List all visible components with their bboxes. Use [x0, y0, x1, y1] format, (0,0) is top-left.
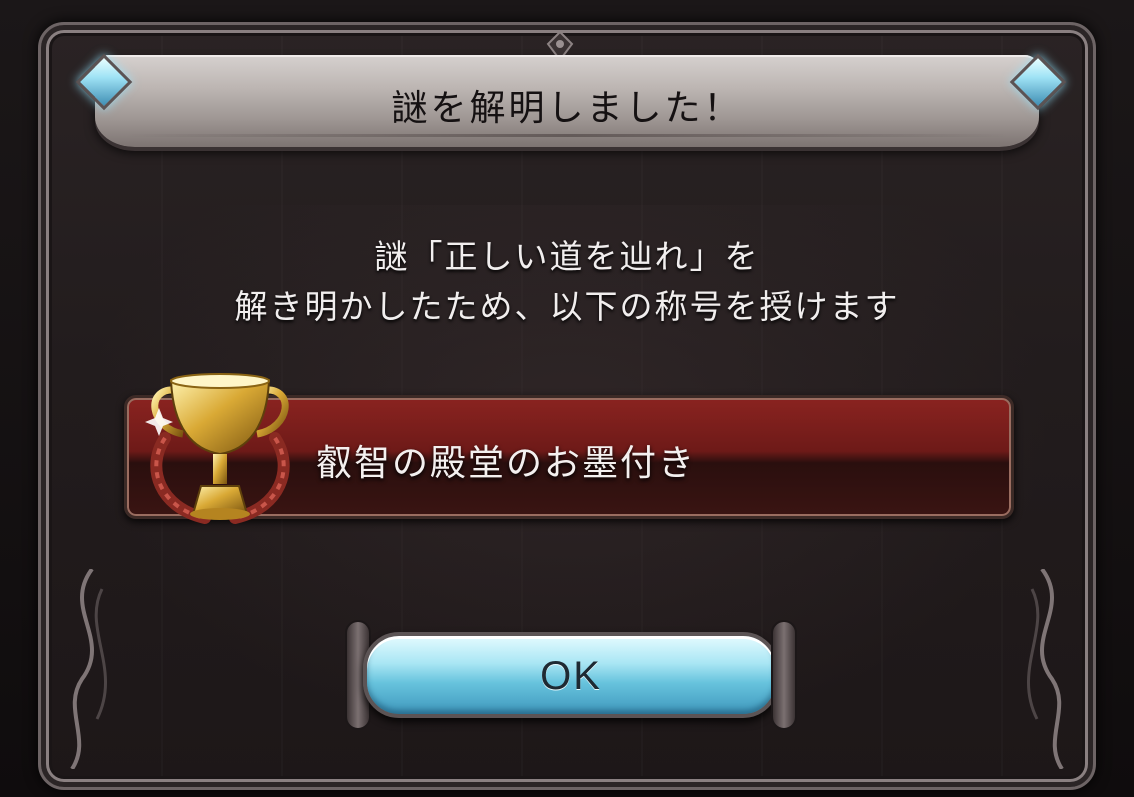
- game-screen: 謎を解明しました！ 謎「正しい道を辿れ」を 解き明かしたため、以下の称号を授けま…: [0, 0, 1134, 797]
- dialog-message: 謎「正しい道を辿れ」を 解き明かしたため、以下の称号を授けます: [100, 232, 1034, 332]
- ok-button[interactable]: OK: [363, 632, 779, 718]
- reward-title-name: 叡智の殿堂のお墨付き: [316, 443, 697, 484]
- trophy-icon: [145, 373, 290, 524]
- message-line-1: 謎「正しい道を辿れ」を: [374, 237, 760, 276]
- title-banner: 謎を解明しました！: [95, 55, 1039, 147]
- message-line-2: 解き明かしたため、以下の称号を授けます: [234, 287, 900, 326]
- ok-button-right-cap: [771, 620, 797, 730]
- ok-button-label: OK: [540, 654, 602, 698]
- right-corner-ornament-icon: [1027, 569, 1064, 769]
- left-corner-ornament-icon: [70, 569, 107, 769]
- ok-button-wrapper: OK: [345, 620, 797, 730]
- dialog-title: 謎を解明しました！: [391, 88, 743, 129]
